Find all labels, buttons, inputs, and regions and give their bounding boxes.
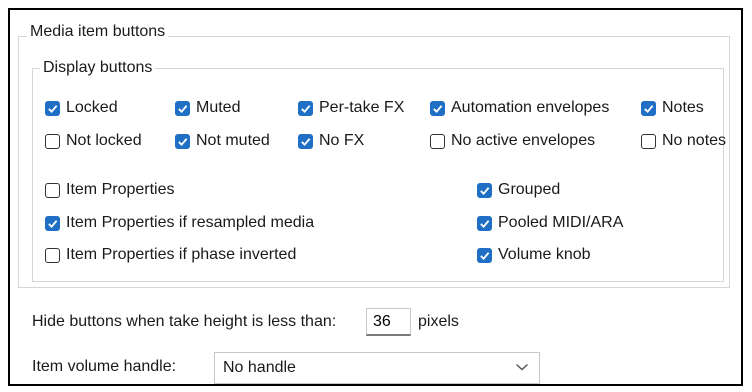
checkmark-icon bbox=[433, 104, 443, 113]
checkmark-icon bbox=[48, 219, 58, 228]
checkbox-item-properties[interactable]: Item Properties bbox=[45, 180, 174, 200]
checkbox-per-take-fx[interactable]: Per-take FX bbox=[298, 98, 404, 118]
hide-buttons-label: Hide buttons when take height is less th… bbox=[32, 313, 337, 330]
checkbox-label: Locked bbox=[66, 99, 118, 116]
checkbox-indicator[interactable] bbox=[298, 100, 313, 116]
checkmark-icon bbox=[480, 186, 490, 195]
checkbox-volume-knob[interactable]: Volume knob bbox=[477, 245, 591, 265]
checkbox-no-notes[interactable]: No notes bbox=[641, 131, 726, 151]
checkmark-icon bbox=[178, 137, 188, 146]
checkbox-label: Per-take FX bbox=[319, 99, 405, 116]
checkmark-icon bbox=[178, 104, 188, 113]
checkbox-label: Grouped bbox=[498, 181, 561, 198]
checkmark-icon bbox=[48, 104, 58, 113]
checkmark-icon bbox=[644, 104, 654, 113]
checkbox-muted[interactable]: Muted bbox=[175, 98, 240, 118]
checkbox-pooled-midi-ara[interactable]: Pooled MIDI/ARA bbox=[477, 213, 623, 233]
checkbox-indicator[interactable] bbox=[641, 100, 656, 116]
item-volume-handle-label: Item volume handle: bbox=[32, 358, 177, 375]
checkbox-label: Pooled MIDI/ARA bbox=[498, 214, 624, 231]
checkbox-label: No notes bbox=[662, 132, 727, 149]
checkbox-indicator[interactable] bbox=[175, 133, 190, 149]
display-buttons-title: Display buttons bbox=[40, 59, 156, 77]
checkbox-label: Not locked bbox=[66, 132, 142, 149]
checkmark-icon bbox=[301, 137, 311, 146]
checkbox-indicator[interactable] bbox=[298, 133, 313, 149]
checkbox-no-active-envelopes[interactable]: No active envelopes bbox=[430, 131, 595, 151]
checkbox-automation-envelopes[interactable]: Automation envelopes bbox=[430, 98, 609, 118]
checkbox-locked[interactable]: Locked bbox=[45, 98, 118, 118]
checkbox-label: Notes bbox=[662, 99, 704, 116]
checkbox-indicator[interactable] bbox=[45, 247, 60, 263]
checkbox-label: Item Properties bbox=[66, 181, 175, 198]
checkbox-label: Muted bbox=[196, 99, 241, 116]
checkbox-not-muted[interactable]: Not muted bbox=[175, 131, 270, 151]
checkbox-item-properties-phase-inverted[interactable]: Item Properties if phase inverted bbox=[45, 245, 296, 265]
checkbox-label: Item Properties if resampled media bbox=[66, 214, 315, 231]
dropdown-selected-value: No handle bbox=[223, 359, 296, 376]
checkbox-label: No FX bbox=[319, 132, 365, 149]
item-volume-handle-dropdown[interactable]: No handle bbox=[214, 352, 540, 384]
pixels-unit-label: pixels bbox=[418, 313, 459, 330]
checkbox-indicator[interactable] bbox=[641, 133, 656, 149]
checkbox-indicator[interactable] bbox=[477, 247, 492, 263]
checkbox-grouped[interactable]: Grouped bbox=[477, 180, 560, 200]
checkbox-not-locked[interactable]: Not locked bbox=[45, 131, 142, 151]
checkbox-indicator[interactable] bbox=[477, 215, 492, 231]
checkbox-indicator[interactable] bbox=[175, 100, 190, 116]
checkmark-icon bbox=[301, 104, 311, 113]
checkbox-label: Item Properties if phase inverted bbox=[66, 246, 297, 263]
checkmark-icon bbox=[480, 219, 490, 228]
chevron-down-icon bbox=[516, 363, 528, 371]
checkbox-label: No active envelopes bbox=[451, 132, 596, 149]
checkbox-notes[interactable]: Notes bbox=[641, 98, 704, 118]
checkbox-label: Not muted bbox=[196, 132, 270, 149]
take-height-threshold-input[interactable] bbox=[366, 308, 411, 336]
checkmark-icon bbox=[480, 251, 490, 260]
checkbox-indicator[interactable] bbox=[430, 133, 445, 149]
checkbox-indicator[interactable] bbox=[45, 133, 60, 149]
checkbox-label: Automation envelopes bbox=[451, 99, 610, 116]
media-item-buttons-title: Media item buttons bbox=[27, 23, 169, 41]
checkbox-indicator[interactable] bbox=[45, 100, 60, 116]
checkbox-indicator[interactable] bbox=[477, 182, 492, 198]
checkbox-indicator[interactable] bbox=[45, 182, 60, 198]
checkbox-indicator[interactable] bbox=[430, 100, 445, 116]
checkbox-label: Volume knob bbox=[498, 246, 591, 263]
checkbox-item-properties-resampled[interactable]: Item Properties if resampled media bbox=[45, 213, 314, 233]
checkbox-indicator[interactable] bbox=[45, 215, 60, 231]
checkbox-no-fx[interactable]: No FX bbox=[298, 131, 364, 151]
